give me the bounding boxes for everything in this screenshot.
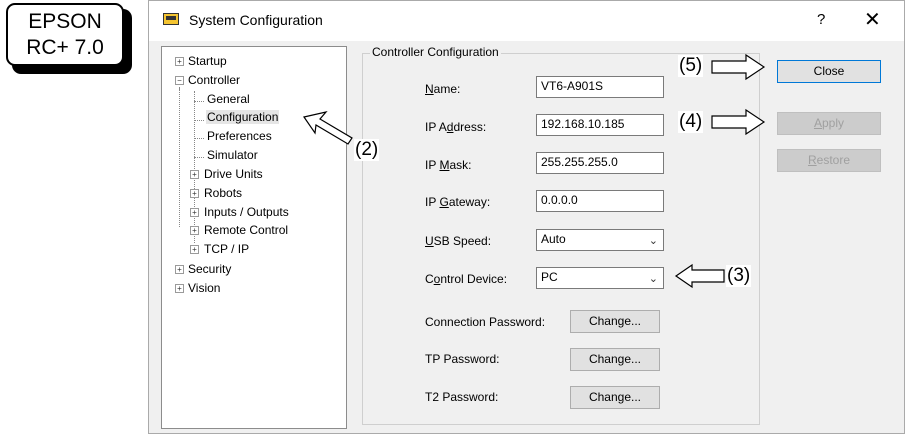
annotation-5: (5) <box>678 55 704 77</box>
arrow-5-icon <box>711 53 766 81</box>
annotation-3: (3) <box>726 265 752 287</box>
arrow-2-icon <box>303 111 353 145</box>
annotation-4: (4) <box>678 111 704 133</box>
arrow-4-icon <box>711 108 766 136</box>
arrow-3-icon <box>674 263 725 289</box>
annotation-2: (2) <box>354 139 380 161</box>
annotation-arrows <box>303 53 766 289</box>
